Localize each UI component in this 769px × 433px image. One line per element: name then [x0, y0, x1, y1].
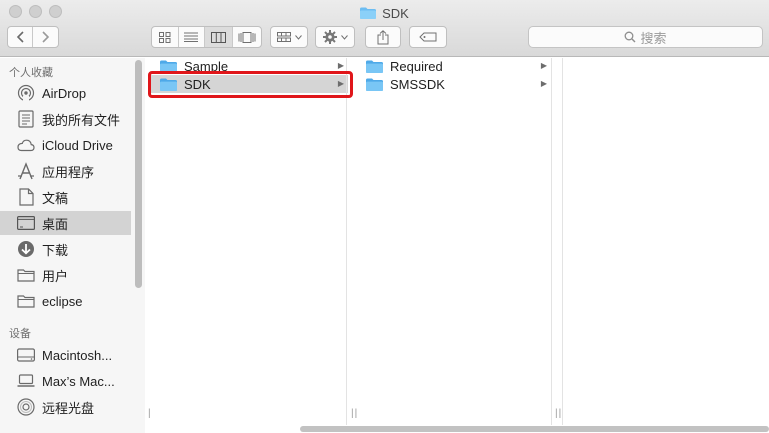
desktop-icon: [17, 214, 35, 232]
sidebar-item-label: iCloud Drive: [42, 137, 113, 153]
airdrop-icon: [17, 84, 35, 102]
download-icon: [17, 240, 35, 258]
disclosure-arrow-icon: ▶: [540, 79, 547, 88]
sidebar-item-label: 应用程序: [42, 164, 95, 180]
nav-buttons: [7, 26, 59, 48]
sidebar-item-label: 我的所有文件: [42, 112, 121, 128]
chevron-right-icon: [42, 31, 50, 43]
chevron-down-icon: [340, 34, 348, 40]
sidebar-item-all-files[interactable]: 我的所有文件: [0, 107, 131, 131]
list-item-required[interactable]: Required ▶: [358, 57, 551, 75]
list-view-button[interactable]: [179, 27, 206, 47]
item-label: SMSSDK: [390, 76, 445, 92]
column-divider: [562, 58, 563, 425]
disclosure-arrow-icon: ▶: [540, 61, 547, 70]
sidebar-item-label: 桌面: [42, 216, 69, 232]
sidebar-item-label: eclipse: [42, 293, 83, 309]
sidebar-item-users[interactable]: 用户: [0, 263, 131, 287]
folder-icon: [366, 60, 383, 73]
sidebar-item-documents[interactable]: 文稿: [0, 185, 131, 209]
column-3: [563, 58, 769, 425]
sidebar-item-mac[interactable]: Max’s Mac...: [0, 369, 131, 393]
sidebar-item-label: Max’s Mac...: [42, 373, 115, 389]
favorites-header: 个人收藏: [9, 67, 53, 79]
share-button[interactable]: [365, 26, 401, 48]
sidebar-item-remote-disc[interactable]: 远程光盘: [0, 395, 131, 419]
disclosure-arrow-icon: ▶: [337, 61, 344, 70]
computer-icon: [17, 372, 35, 390]
hard-drive-icon: [17, 346, 35, 364]
arrange-grid-icon: [276, 32, 291, 42]
share-icon: [377, 29, 389, 44]
sidebar-item-label: AirDrop: [42, 85, 87, 101]
search-placeholder: 搜索: [640, 30, 667, 46]
arrange-button[interactable]: [270, 26, 308, 48]
chevron-left-icon: [16, 31, 24, 43]
view-mode-control: [151, 26, 262, 48]
item-label: Required: [390, 58, 443, 74]
column-resize-handle[interactable]: |: [148, 408, 152, 419]
cover-flow-icon: [238, 31, 256, 43]
highlight-annotation: [148, 71, 353, 98]
column-1: Sample ▶ SDK ▶: [148, 58, 351, 425]
sidebar-item-eclipse[interactable]: eclipse: [0, 289, 131, 313]
document-icon: [17, 188, 35, 206]
sidebar: 个人收藏 AirDrop 我的所有文件 iCloud Drive 应用程序 文稿…: [0, 58, 145, 433]
sidebar-scrollbar[interactable]: [135, 60, 142, 288]
folder-icon: [17, 292, 35, 310]
cloud-icon: [17, 136, 35, 154]
tag-icon: [419, 32, 437, 42]
window-title: SDK: [0, 4, 769, 22]
applications-icon: [17, 162, 35, 180]
sidebar-item-airdrop[interactable]: AirDrop: [0, 81, 131, 105]
sidebar-item-downloads[interactable]: 下载: [0, 237, 131, 261]
disc-icon: [17, 398, 35, 416]
devices-header: 设备: [9, 328, 31, 340]
folder-icon: [366, 78, 383, 91]
cover-flow-view-button[interactable]: [233, 27, 261, 47]
sidebar-item-label: 下载: [42, 242, 69, 258]
sidebar-item-macintosh-hd[interactable]: Macintosh...: [0, 343, 131, 367]
action-button[interactable]: [315, 26, 355, 48]
sidebar-item-label: 文稿: [42, 190, 69, 206]
sidebar-item-label: Macintosh...: [42, 347, 113, 363]
search-field[interactable]: 搜索: [528, 26, 763, 48]
list-icon: [184, 32, 199, 42]
icon-view-button[interactable]: [152, 27, 179, 47]
column-2: Required ▶ SMSSDK ▶: [358, 58, 551, 425]
folder-icon: [17, 266, 35, 284]
sidebar-item-label: 远程光盘: [42, 400, 95, 416]
horizontal-scrollbar[interactable]: [300, 426, 769, 432]
grid-icon: [158, 31, 171, 43]
column-view-button[interactable]: [205, 27, 233, 47]
folder-icon: [360, 7, 377, 19]
column-divider: [551, 58, 552, 425]
toolbar: SDK 搜索: [0, 0, 769, 57]
columns-icon: [210, 31, 226, 43]
back-button[interactable]: [8, 27, 34, 47]
sidebar-item-icloud-drive[interactable]: iCloud Drive: [0, 133, 131, 157]
tags-button[interactable]: [409, 26, 447, 48]
window-title-text: SDK: [382, 5, 409, 21]
list-item-smssdk[interactable]: SMSSDK ▶: [358, 75, 551, 93]
finder-window: SDK 搜索 个人收藏 AirDrop 我的所有文件 iCloud Drive …: [0, 0, 769, 433]
search-icon: [625, 31, 636, 43]
sidebar-item-desktop[interactable]: 桌面: [0, 211, 131, 235]
chevron-down-icon: [294, 34, 302, 40]
all-files-icon: [17, 110, 35, 128]
forward-button[interactable]: [33, 27, 58, 47]
gear-icon: [322, 30, 337, 44]
sidebar-item-applications[interactable]: 应用程序: [0, 159, 131, 183]
column-divider: [346, 58, 347, 425]
sidebar-item-label: 用户: [42, 268, 69, 284]
